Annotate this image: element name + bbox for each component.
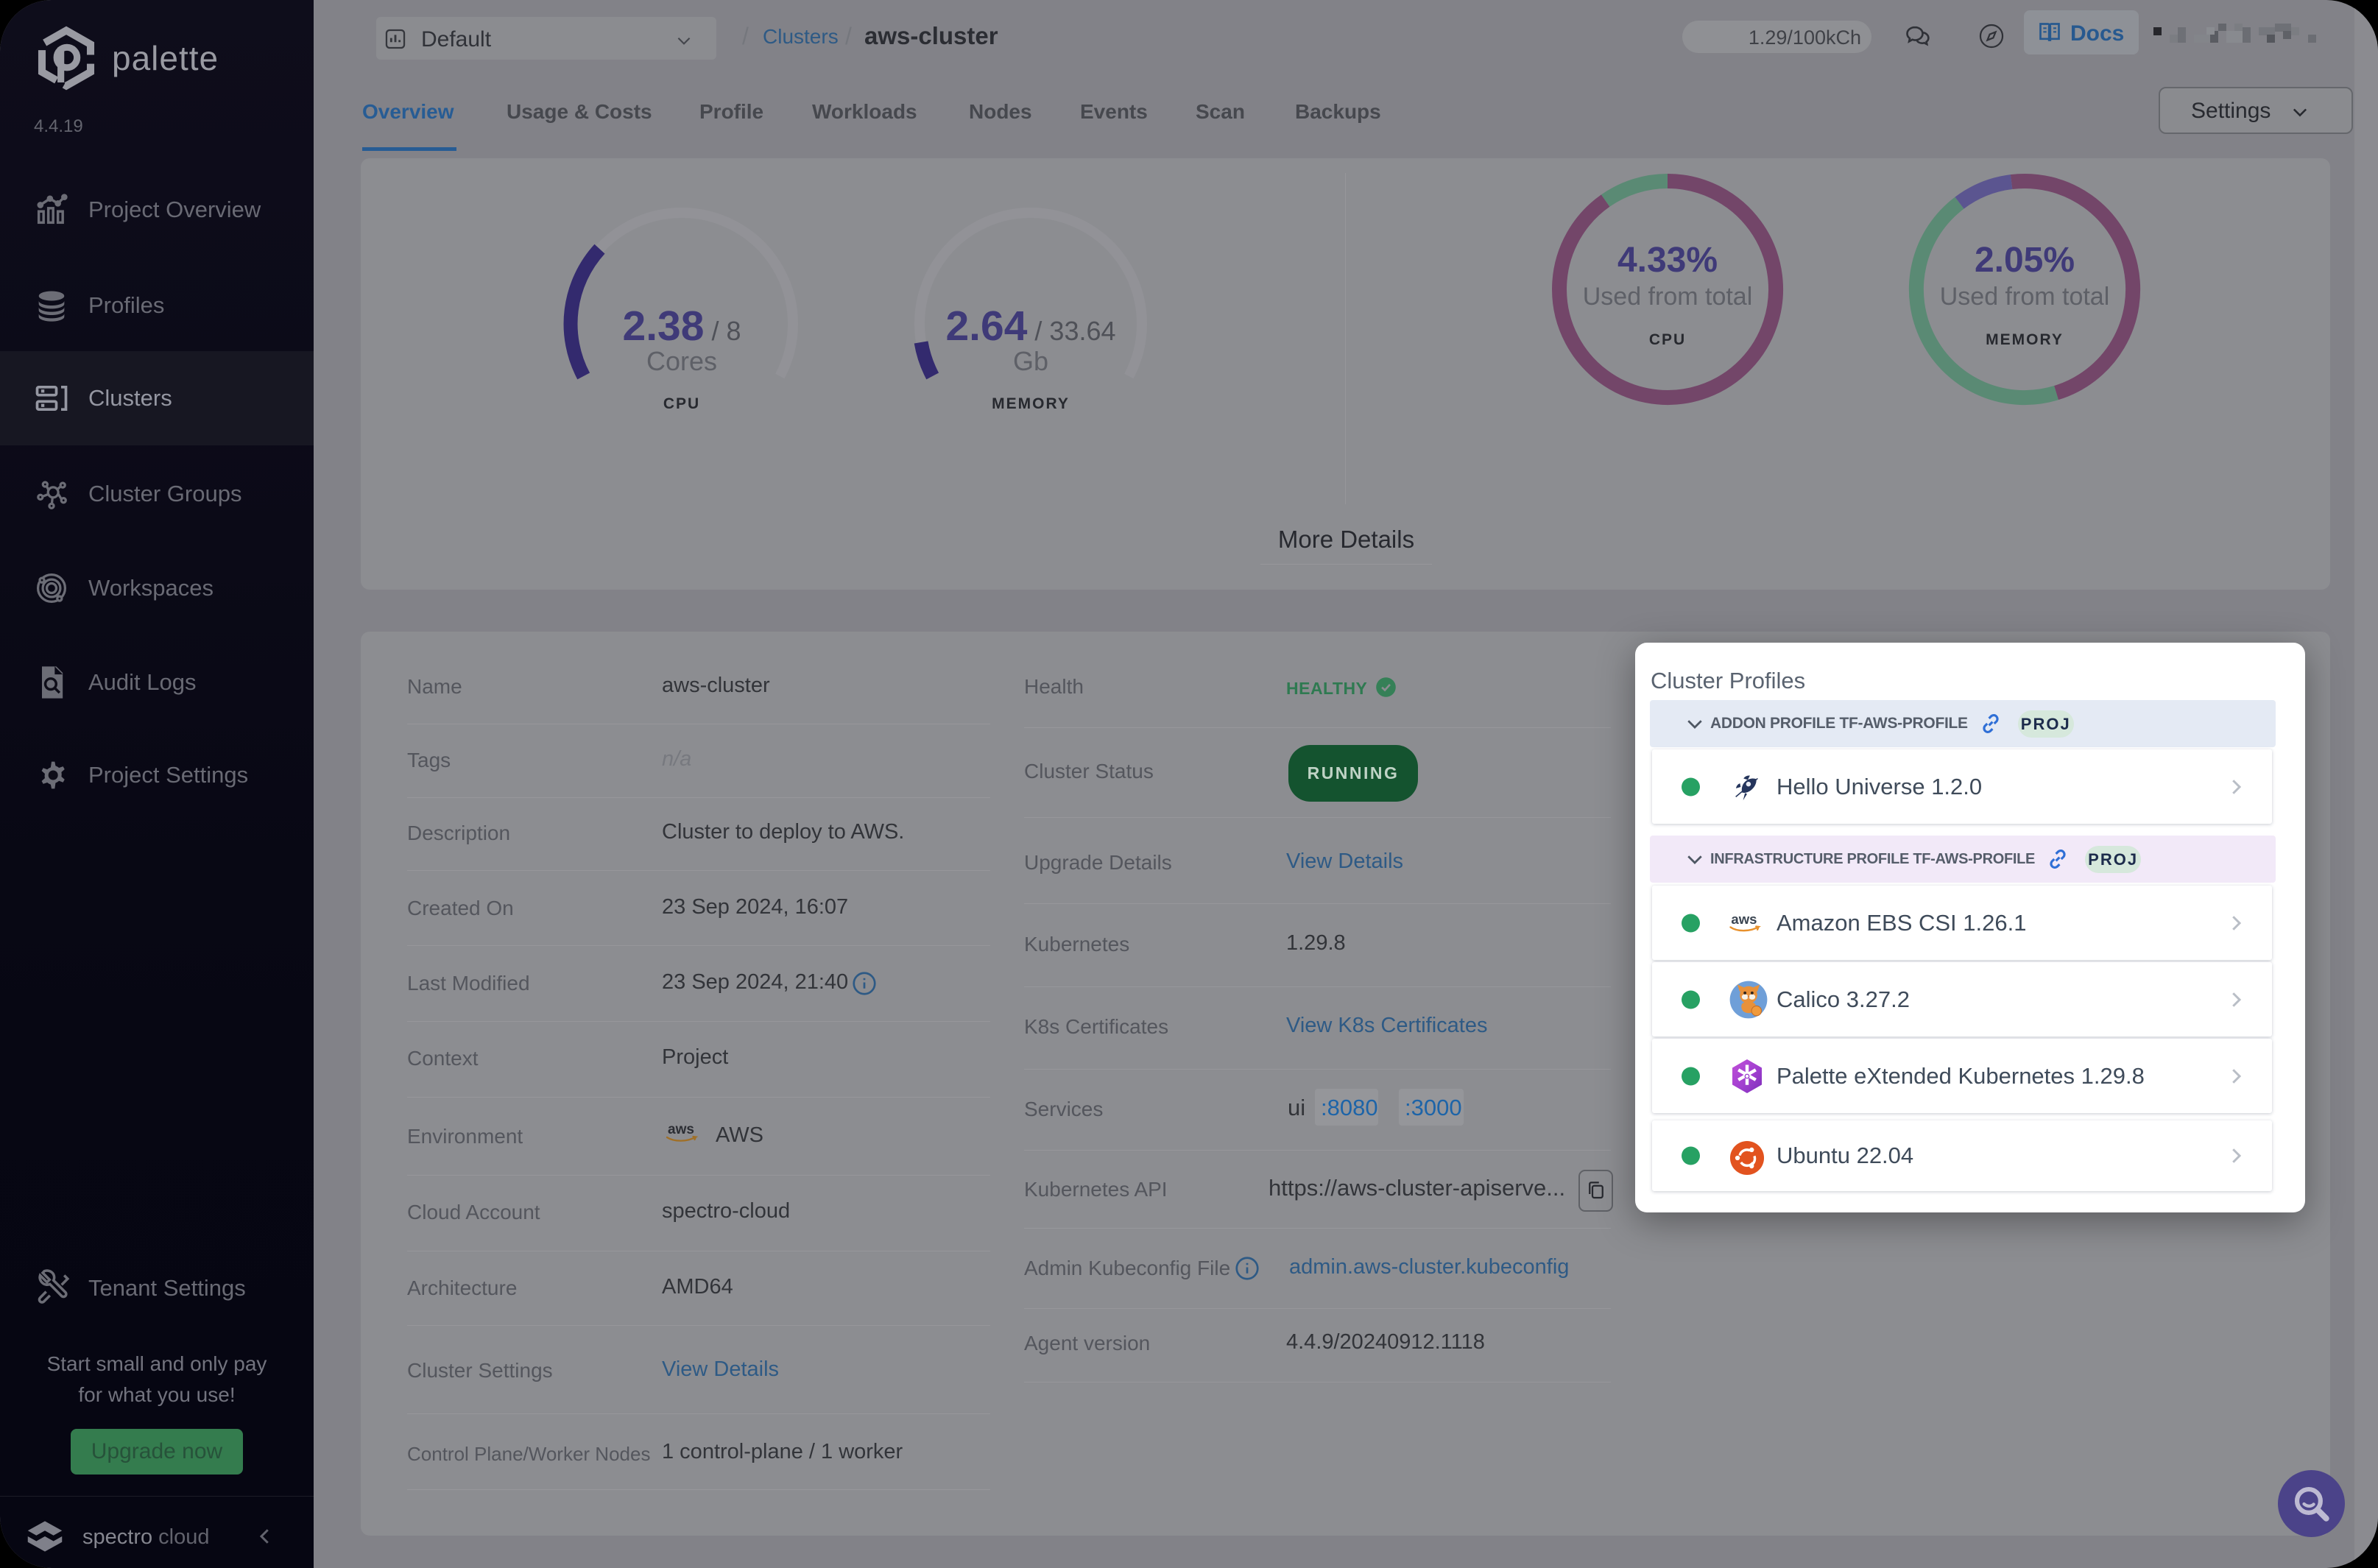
svg-text:aws: aws bbox=[668, 1122, 694, 1137]
svg-text:aws: aws bbox=[1731, 911, 1757, 927]
